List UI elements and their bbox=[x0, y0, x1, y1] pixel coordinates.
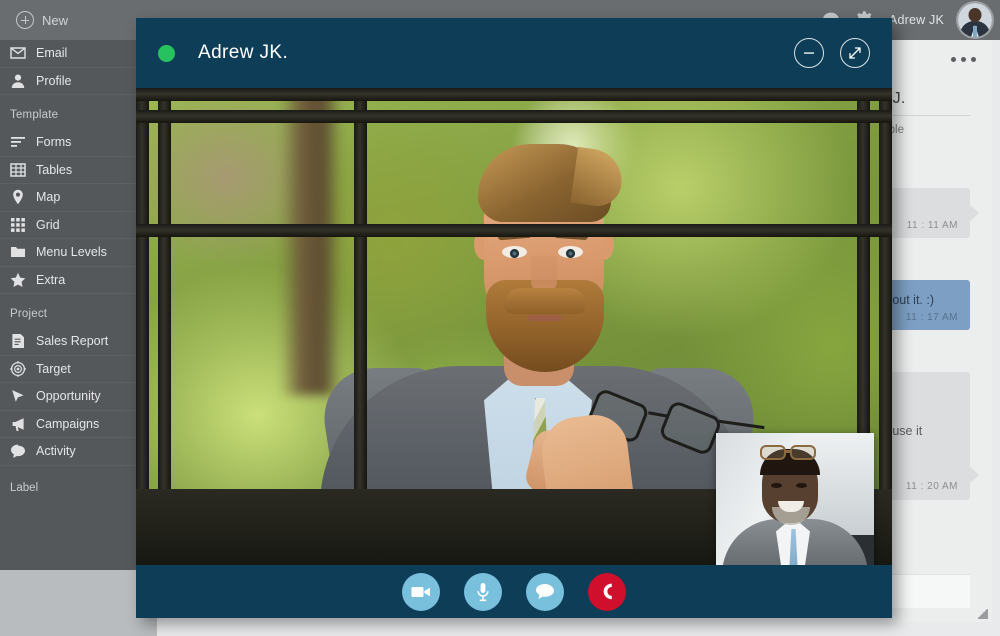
sidebar-group-title-project: Project bbox=[10, 308, 48, 320]
video-call-window: Adrew JK. bbox=[136, 18, 892, 618]
megaphone-icon bbox=[12, 417, 24, 431]
person-icon bbox=[11, 74, 25, 88]
sidebar-item-profile[interactable]: Profile bbox=[0, 68, 157, 95]
sidebar: Email Profile Template Forms Tables Map … bbox=[0, 40, 157, 636]
sidebar-item-label: Menu Levels bbox=[36, 245, 107, 260]
sidebar-item-menu-levels[interactable]: Menu Levels bbox=[0, 239, 157, 267]
map-pin-icon bbox=[13, 190, 23, 205]
toggle-mic-button[interactable] bbox=[464, 572, 502, 611]
expand-button[interactable] bbox=[840, 38, 870, 68]
folder-icon bbox=[11, 247, 25, 258]
sidebar-item-label: Sales Report bbox=[36, 334, 109, 349]
sidebar-group-title-template: Template bbox=[10, 109, 59, 121]
speech-bubble-icon bbox=[11, 444, 25, 459]
open-chat-button[interactable] bbox=[526, 572, 564, 611]
sidebar-item-label: Profile bbox=[36, 73, 72, 88]
end-call-button[interactable] bbox=[588, 572, 626, 611]
sidebar-item-label: Tables bbox=[36, 162, 73, 177]
sidebar-item-label: Activity bbox=[36, 444, 76, 459]
sidebar-item-activity[interactable]: Activity bbox=[0, 438, 157, 466]
cursor-icon bbox=[12, 390, 24, 402]
sidebar-item-sales-report[interactable]: Sales Report bbox=[0, 328, 157, 356]
app-root: ma J. vailable y ? 11 : 11 AM e about it… bbox=[0, 0, 1000, 636]
sidebar-item-label: Map bbox=[36, 190, 61, 205]
grid-icon bbox=[11, 217, 25, 232]
call-window-header: Adrew JK. bbox=[136, 18, 892, 88]
message-timestamp: 11 : 11 AM bbox=[906, 219, 958, 231]
call-header-actions bbox=[794, 38, 870, 68]
three-dots-icon[interactable] bbox=[951, 57, 976, 62]
sidebar-item-label: Email bbox=[36, 46, 68, 61]
avatar[interactable] bbox=[958, 3, 992, 37]
sidebar-item-map[interactable]: Map bbox=[0, 184, 157, 212]
video-camera-icon bbox=[411, 586, 430, 597]
sidebar-item-email[interactable]: Email bbox=[0, 40, 157, 68]
forms-icon bbox=[11, 137, 25, 148]
sidebar-item-forms[interactable]: Forms bbox=[0, 129, 157, 157]
star-icon bbox=[10, 272, 26, 287]
sidebar-item-label: Grid bbox=[36, 217, 60, 232]
new-button-label: New bbox=[42, 12, 69, 28]
topbar-user-name: Adrew JK bbox=[888, 13, 944, 27]
document-icon bbox=[12, 334, 24, 349]
message-timestamp: 11 : 17 AM bbox=[905, 311, 958, 323]
target-icon bbox=[10, 360, 26, 377]
resize-grip-icon[interactable] bbox=[978, 609, 988, 619]
sidebar-item-label: Opportunity bbox=[36, 389, 101, 404]
sidebar-item-label: Target bbox=[36, 361, 71, 376]
sidebar-item-label: Extra bbox=[36, 272, 66, 287]
sidebar-item-tables[interactable]: Tables bbox=[0, 157, 157, 184]
status-badge bbox=[158, 44, 175, 62]
sidebar-item-label: Campaigns bbox=[36, 416, 100, 431]
sidebar-item-label: Forms bbox=[36, 135, 72, 150]
sidebar-item-target[interactable]: Target bbox=[0, 356, 157, 383]
main-video-area[interactable] bbox=[136, 88, 892, 583]
call-controls-bar bbox=[136, 565, 892, 618]
toggle-video-button[interactable] bbox=[402, 572, 440, 611]
sidebar-item-opportunity[interactable]: Opportunity bbox=[0, 383, 157, 411]
sidebar-item-grid[interactable]: Grid bbox=[0, 212, 157, 239]
new-button[interactable]: New bbox=[10, 6, 74, 34]
message-timestamp: 11 : 20 AM bbox=[905, 481, 958, 493]
chat-bubble-icon bbox=[536, 584, 554, 599]
sidebar-item-campaigns[interactable]: Campaigns bbox=[0, 411, 157, 438]
mail-icon bbox=[10, 47, 26, 59]
table-icon bbox=[10, 163, 26, 177]
phone-hangup-icon bbox=[603, 583, 612, 600]
self-view-video[interactable] bbox=[716, 433, 874, 571]
minimize-button[interactable] bbox=[794, 38, 824, 68]
sidebar-item-extra[interactable]: Extra bbox=[0, 267, 157, 294]
plus-icon bbox=[16, 11, 34, 29]
call-participant-name: Adrew JK. bbox=[198, 42, 289, 63]
microphone-icon bbox=[477, 582, 489, 601]
sidebar-footer-label: Label bbox=[10, 481, 39, 494]
sidebar-footer-area bbox=[0, 570, 157, 636]
